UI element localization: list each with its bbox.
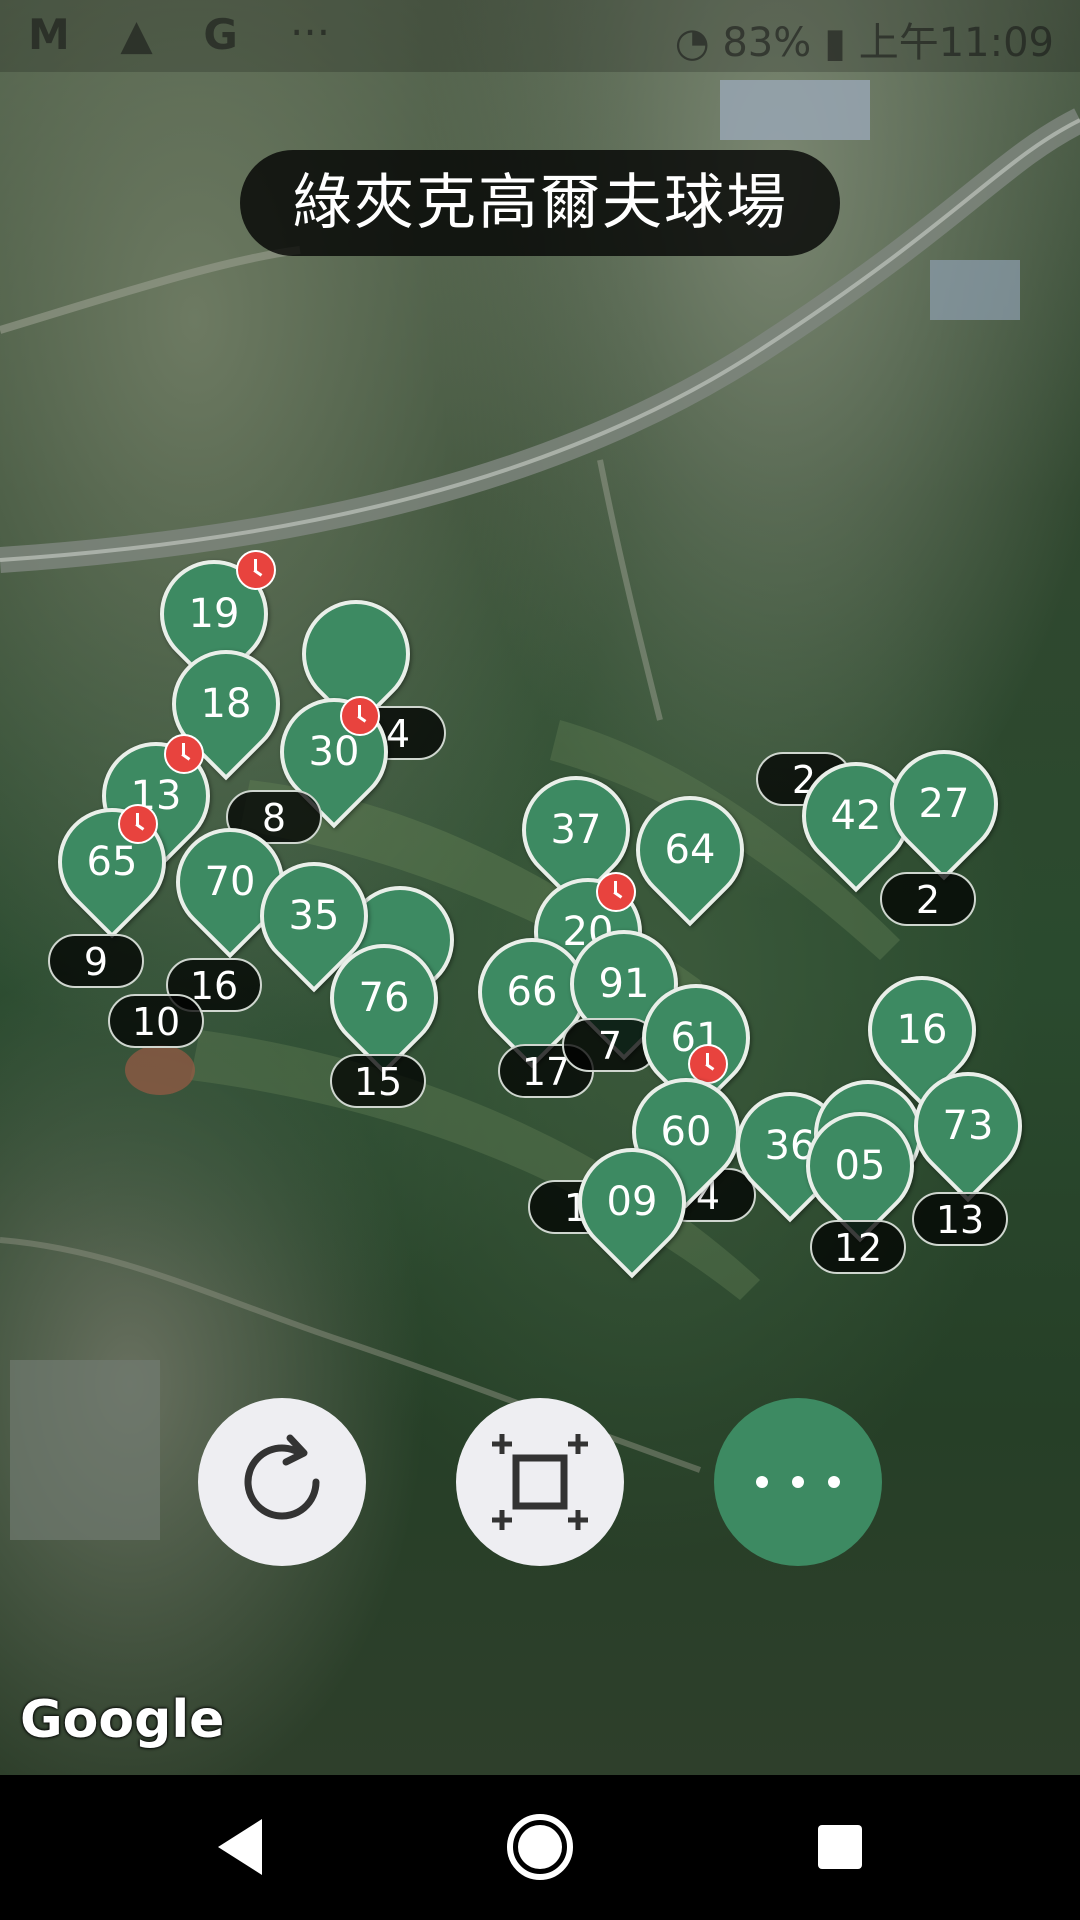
hole-number-tag: 12: [810, 1220, 906, 1274]
fit-bounds-icon: [492, 1434, 588, 1530]
clock-badge-icon: [340, 696, 380, 736]
golf-hole-marker[interactable]: 37: [499, 753, 653, 907]
google-logo: Google: [20, 1690, 225, 1750]
more-options-button[interactable]: [714, 1398, 882, 1566]
hole-number-tag: 9: [48, 934, 144, 988]
notification-icons: M ▲ G: [28, 10, 256, 59]
hole-number-tag: 10: [108, 994, 204, 1048]
status-right: ◔ 83% ▮ 上午11:09: [675, 10, 1054, 68]
golf-hole-marker[interactable]: 27: [867, 727, 1021, 881]
home-button[interactable]: [470, 1775, 610, 1920]
recents-button[interactable]: [770, 1775, 910, 1920]
clock-badge-icon: [236, 550, 276, 590]
hole-number-tag: 15: [330, 1054, 426, 1108]
refresh-button[interactable]: [198, 1398, 366, 1566]
battery-percent: 83%: [722, 20, 812, 66]
back-button[interactable]: [170, 1775, 310, 1920]
wifi-icon: ◔: [674, 20, 723, 66]
home-icon: [507, 1814, 573, 1880]
clock-badge-icon: [118, 804, 158, 844]
navigation-bar: [0, 1775, 1080, 1920]
golf-hole-marker-stacked[interactable]: [279, 577, 433, 731]
status-bar: M ▲ G ··· ◔ 83% ▮ 上午11:09: [0, 0, 1080, 72]
hole-number-tag: 13: [912, 1192, 1008, 1246]
golf-hole-marker[interactable]: 09: [555, 1125, 709, 1279]
course-title: 綠夾克高爾夫球場: [240, 150, 840, 256]
golf-hole-marker[interactable]: 73: [891, 1049, 1045, 1203]
refresh-icon: [244, 1434, 320, 1520]
clock-badge-icon: [596, 872, 636, 912]
clock-badge-icon: [164, 734, 204, 774]
golf-hole-marker[interactable]: 76: [307, 921, 461, 1075]
fit-bounds-button[interactable]: [456, 1398, 624, 1566]
hole-number-tag: 2: [880, 872, 976, 926]
overflow-icon: ···: [290, 8, 331, 57]
back-icon: [218, 1819, 262, 1875]
more-horizontal-icon: [756, 1476, 840, 1488]
clock: 上午11:09: [858, 20, 1054, 66]
battery-icon: ▮: [823, 20, 859, 66]
golf-hole-marker[interactable]: 16: [845, 953, 999, 1107]
recents-icon: [818, 1825, 862, 1869]
golf-hole-marker[interactable]: 64: [613, 773, 767, 927]
golf-hole-marker[interactable]: 05: [783, 1089, 937, 1243]
